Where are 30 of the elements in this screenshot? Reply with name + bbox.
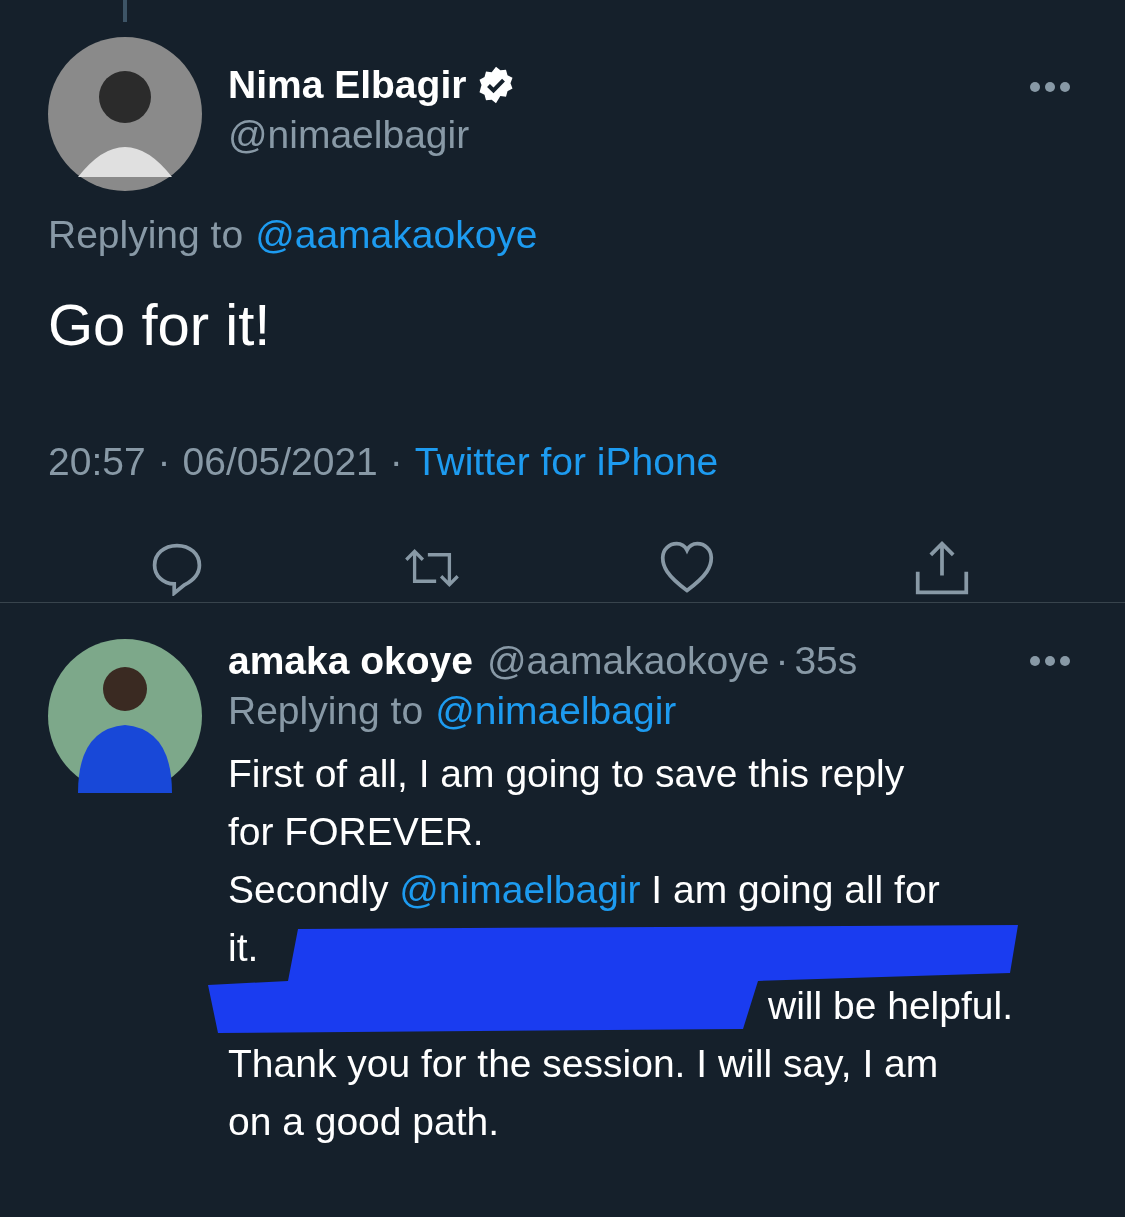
separator-dot: · xyxy=(157,440,171,484)
tweet-text: Secondly xyxy=(228,868,390,911)
source-link[interactable]: Twitter for iPhone xyxy=(414,440,719,484)
tweet-text: Thank you for the session. I will say, I am xyxy=(228,1042,939,1085)
user-handle: @aamakaokoye xyxy=(487,639,770,683)
mention-link[interactable]: @nimaelbagir xyxy=(435,689,677,733)
tweet-text: it. xyxy=(228,926,259,969)
avatar[interactable] xyxy=(48,639,202,793)
replying-label: Replying to xyxy=(228,689,424,733)
more-icon[interactable] xyxy=(1029,81,1071,93)
mention-link[interactable]: @nimaelbagir xyxy=(399,868,641,911)
separator-dot: · xyxy=(389,440,403,484)
tweet-time: 20:57 xyxy=(48,440,146,484)
user-name[interactable]: Nima Elbagir xyxy=(228,63,467,107)
tweet-date: 06/05/2021 xyxy=(182,440,378,484)
tweet-text: Go for it! xyxy=(48,291,272,358)
tweet-text: First of all, I am going to save this reply xyxy=(228,752,905,795)
user-name[interactable]: amaka okoye xyxy=(228,639,473,683)
tweet-text: for FOREVER. xyxy=(228,810,484,853)
share-icon[interactable] xyxy=(913,540,971,596)
tweet-text: I am going all for xyxy=(650,868,940,911)
user-handle: @nimaelbagir xyxy=(228,113,471,157)
mention-link[interactable]: @aamakaokoye xyxy=(255,213,538,257)
tweet-age: 35s xyxy=(794,639,858,683)
replying-label: Replying to xyxy=(48,213,244,257)
tweet-text: on a good path. xyxy=(228,1100,500,1143)
more-icon[interactable] xyxy=(1029,655,1071,667)
tweet-text: will be helpful. xyxy=(768,984,1013,1027)
separator-dot: · xyxy=(775,639,789,683)
avatar[interactable] xyxy=(48,37,202,191)
